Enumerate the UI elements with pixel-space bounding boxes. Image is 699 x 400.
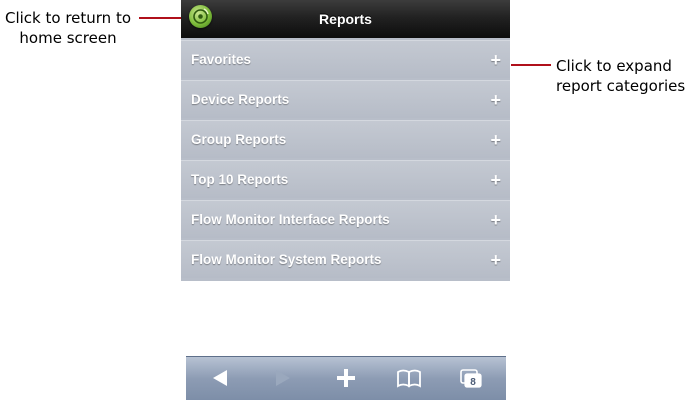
report-category-list: Favorites + Device Reports + Group Repor… <box>181 40 510 280</box>
home-button[interactable] <box>189 5 212 28</box>
home-callout-text: Click to return to home screen <box>4 9 132 47</box>
stage: Click to return to home screen Click to … <box>0 0 699 400</box>
tabs-button[interactable]: 8 <box>456 365 486 391</box>
report-category-flow-monitor-interface-reports[interactable]: Flow Monitor Interface Reports + <box>181 200 510 238</box>
home-callout-line <box>139 17 185 19</box>
expand-callout-text: Click to expand report categories <box>556 57 686 95</box>
report-category-label: Flow Monitor System Reports <box>191 252 382 267</box>
back-arrow-icon <box>213 370 227 386</box>
report-category-flow-monitor-system-reports[interactable]: Flow Monitor System Reports + <box>181 240 510 278</box>
browser-toolbar: 8 <box>186 356 506 400</box>
expand-plus-icon[interactable]: + <box>490 41 501 79</box>
report-category-label: Favorites <box>191 52 252 67</box>
home-icon <box>193 8 209 24</box>
tabs-count: 8 <box>470 377 476 388</box>
expand-plus-icon[interactable]: + <box>490 201 501 239</box>
expand-plus-icon[interactable]: + <box>490 241 501 279</box>
page-title: Reports <box>319 11 372 27</box>
report-category-top-10-reports[interactable]: Top 10 Reports + <box>181 160 510 198</box>
report-category-label: Top 10 Reports <box>191 172 289 187</box>
add-button[interactable] <box>331 365 361 391</box>
bookmarks-icon <box>397 369 421 388</box>
expand-callout-line <box>511 64 551 66</box>
expand-plus-icon[interactable]: + <box>490 121 501 159</box>
report-category-label: Flow Monitor Interface Reports <box>191 212 390 227</box>
expand-plus-icon[interactable]: + <box>490 81 501 119</box>
tabs-icon: 8 <box>460 369 482 388</box>
report-category-group-reports[interactable]: Group Reports + <box>181 120 510 158</box>
report-category-label: Device Reports <box>191 92 290 107</box>
report-category-favorites[interactable]: Favorites + <box>181 40 510 78</box>
forward-button[interactable] <box>268 365 298 391</box>
bookmarks-button[interactable] <box>394 365 424 391</box>
report-category-device-reports[interactable]: Device Reports + <box>181 80 510 118</box>
phone-screen: Reports Favorites + Device Reports + Gro… <box>181 0 510 281</box>
header-bar: Reports <box>181 0 510 38</box>
add-icon <box>337 369 355 387</box>
report-category-label: Group Reports <box>191 132 287 147</box>
back-button[interactable] <box>205 365 235 391</box>
forward-arrow-icon <box>276 370 290 386</box>
expand-plus-icon[interactable]: + <box>490 161 501 199</box>
